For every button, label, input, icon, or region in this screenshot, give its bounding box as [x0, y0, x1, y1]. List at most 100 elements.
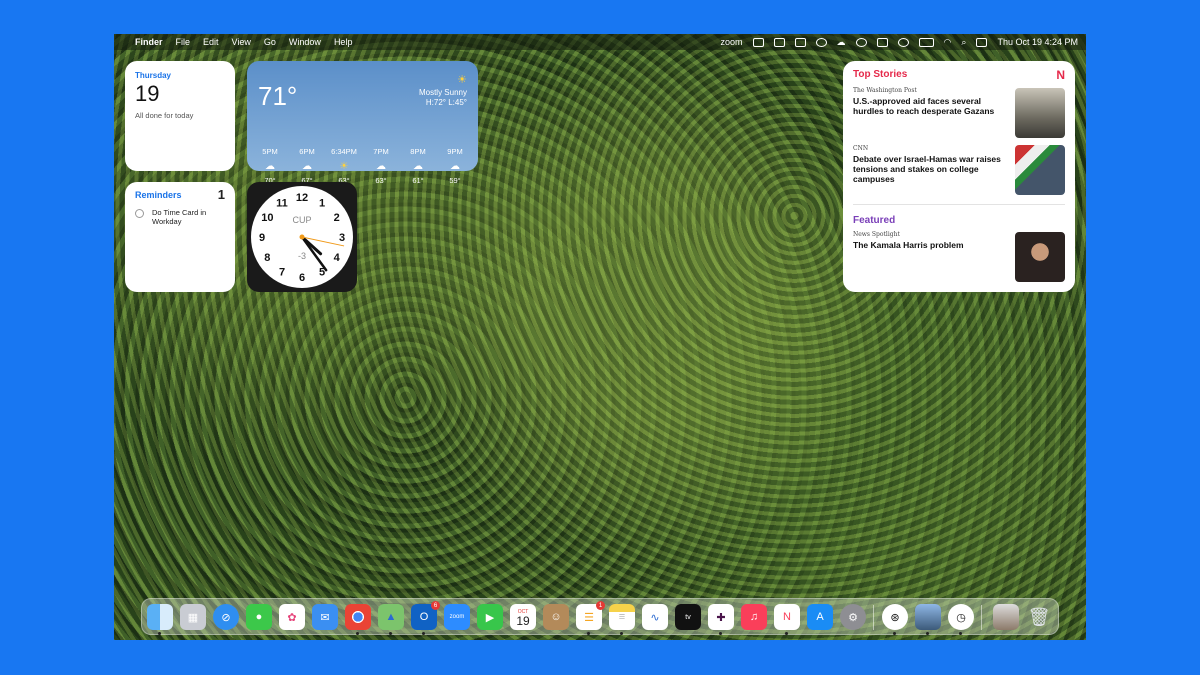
- system-settings-icon[interactable]: ⚙: [840, 604, 866, 630]
- clock-numeral: 7: [279, 267, 285, 279]
- clock-numeral: 1: [319, 197, 325, 209]
- weather-widget[interactable]: 71° ☀ Mostly Sunny H:72° L:45° 5PM ☁ 70° 6…: [247, 61, 478, 185]
- display-icon[interactable]: [773, 37, 785, 47]
- facetime-icon[interactable]: ▶: [477, 604, 503, 630]
- featured-story[interactable]: News Spotlight The Kamala Harris problem: [853, 231, 1013, 250]
- news-story[interactable]: CNN Debate over Israel-Hamas war raises …: [853, 145, 1013, 184]
- weather-condition-block: Mostly Sunny H:72° L:45°: [419, 88, 467, 108]
- apple-tv-icon[interactable]: tv: [675, 604, 701, 630]
- menu-bar-clock[interactable]: Thu Oct 19 4:24 PM: [997, 37, 1078, 47]
- reminders-widget[interactable]: Reminders 1 Do Time Card in Workday: [125, 182, 235, 292]
- sun-icon: ☀: [457, 74, 467, 86]
- clock-numeral: 8: [264, 252, 270, 264]
- news-header: Top Stories: [853, 69, 908, 80]
- downloads-stack-icon[interactable]: [993, 604, 1019, 630]
- control-center-icon[interactable]: [976, 37, 988, 47]
- outlook-icon[interactable]: O6: [411, 601, 440, 635]
- slack-icon[interactable]: ✚: [708, 604, 734, 635]
- clock-numeral: 10: [261, 212, 273, 224]
- clock-widget[interactable]: 12 1 2 3 4 5 6 7 8 9 10 11 CUP -3: [247, 182, 357, 292]
- clock-numeral: 12: [296, 192, 308, 204]
- cloud-icon: ☁: [265, 161, 275, 172]
- app-store-icon[interactable]: A: [807, 604, 833, 630]
- news-logo-icon: N: [1056, 68, 1065, 82]
- menu-view[interactable]: View: [232, 37, 251, 47]
- reminders-title: Reminders: [135, 190, 182, 200]
- maps-icon[interactable]: ▲: [378, 604, 404, 635]
- news-divider: [853, 204, 1065, 205]
- openai-icon[interactable]: [897, 37, 909, 47]
- reminder-text: Do Time Card in Workday: [152, 208, 207, 226]
- cloud-icon[interactable]: ☁: [837, 37, 846, 48]
- story-headline: Debate over Israel-Hamas war raises tens…: [853, 154, 1001, 184]
- cloud-moon-icon: ☁: [413, 161, 423, 172]
- status-area: zoom ☁ ◠ ⌕ Thu Oct 19 4:24 PM: [721, 37, 1078, 48]
- freeform-icon[interactable]: ∿: [642, 604, 668, 630]
- zoom-status-item[interactable]: zoom: [721, 37, 743, 47]
- trash-icon[interactable]: 🗑: [1026, 604, 1052, 630]
- safari-icon[interactable]: ⊘: [213, 604, 239, 630]
- wifi-icon[interactable]: ◠: [944, 37, 952, 48]
- check-icon[interactable]: [815, 37, 827, 47]
- battery-icon[interactable]: [918, 37, 934, 47]
- news-widget[interactable]: Top Stories N The Washington Post U.S.-a…: [843, 61, 1075, 292]
- menu-edit[interactable]: Edit: [203, 37, 219, 47]
- reminder-item[interactable]: Do Time Card in Workday: [135, 208, 225, 226]
- dock-separator: [873, 605, 874, 630]
- story-source: CNN: [853, 145, 869, 152]
- clock-numeral: 4: [334, 252, 341, 264]
- notes-icon[interactable]: ≡: [609, 604, 635, 635]
- menu-window[interactable]: Window: [289, 37, 321, 47]
- mail-icon[interactable]: ✉: [312, 604, 338, 630]
- camera-icon[interactable]: [794, 37, 806, 47]
- globe-icon[interactable]: [855, 37, 867, 47]
- calendar-app-icon[interactable]: OCT 19: [510, 604, 536, 630]
- clock-city: CUP: [292, 215, 311, 225]
- zoom-icon[interactable]: zoom: [444, 604, 470, 630]
- menu-finder[interactable]: Finder: [135, 37, 163, 47]
- calendar-weekday: Thursday: [135, 71, 172, 80]
- story-source: The Washington Post: [853, 87, 917, 94]
- cloud-icon: ☁: [450, 161, 460, 172]
- photos-icon[interactable]: ✿: [279, 604, 305, 630]
- contacts-icon[interactable]: ☺: [543, 604, 569, 630]
- sunset-icon: ☀: [339, 161, 349, 172]
- reminders-badge: 1: [596, 601, 605, 610]
- weather-temp: 71°: [258, 81, 298, 111]
- clipboard-icon[interactable]: [876, 37, 888, 47]
- forecast-hour: 7PM ☁ 63°: [366, 147, 396, 185]
- menu-bar: Finder File Edit View Go Window Help zoo…: [114, 34, 1086, 50]
- reminders-app-icon[interactable]: ☰ 1: [576, 601, 605, 635]
- calendar-widget[interactable]: Thursday 19 All done for today: [125, 61, 235, 171]
- analog-clock: 12 1234567891011 CUP -3: [251, 186, 353, 288]
- story-headline: U.S.-approved aid faces several hurdles …: [853, 96, 995, 116]
- clock-numeral: 6: [299, 272, 305, 284]
- preview-icon[interactable]: [915, 604, 941, 635]
- music-icon[interactable]: ♫: [741, 604, 767, 630]
- featured-header: Featured: [853, 215, 896, 226]
- clock-offset: -3: [298, 251, 306, 261]
- featured-thumbnail: [1015, 232, 1065, 282]
- news-app-icon[interactable]: N: [774, 604, 800, 635]
- finder-icon[interactable]: [147, 604, 173, 635]
- chatgpt-icon[interactable]: ⊛: [882, 604, 908, 635]
- forecast-hour: 9PM ☁ 59°: [440, 147, 470, 185]
- forecast-hour: 5PM ☁ 70°: [255, 147, 285, 185]
- chrome-icon[interactable]: [345, 604, 371, 635]
- cloud-icon: ☁: [302, 161, 312, 172]
- desktop[interactable]: Finder File Edit View Go Window Help zoo…: [114, 34, 1086, 640]
- story-source: News Spotlight: [853, 231, 900, 238]
- clock-app-icon[interactable]: ◷: [948, 604, 974, 635]
- menu-file[interactable]: File: [176, 37, 191, 47]
- clock-center: [299, 234, 305, 240]
- launchpad-icon[interactable]: ▦: [180, 604, 206, 630]
- reminder-checkbox[interactable]: [135, 209, 144, 218]
- hourly-forecast: 5PM ☁ 70° 6PM ☁ 67° 6:34PM ☀ 63° 7PM ☁ 63° 8PM ☁ 6…: [255, 147, 470, 185]
- screen-icon[interactable]: [752, 37, 764, 47]
- outlook-badge: 6: [431, 601, 440, 610]
- news-story[interactable]: The Washington Post U.S.-approved aid fa…: [853, 87, 1013, 116]
- search-icon[interactable]: ⌕: [961, 37, 966, 48]
- menu-help[interactable]: Help: [334, 37, 353, 47]
- menu-go[interactable]: Go: [264, 37, 276, 47]
- messages-icon[interactable]: ●: [246, 604, 272, 630]
